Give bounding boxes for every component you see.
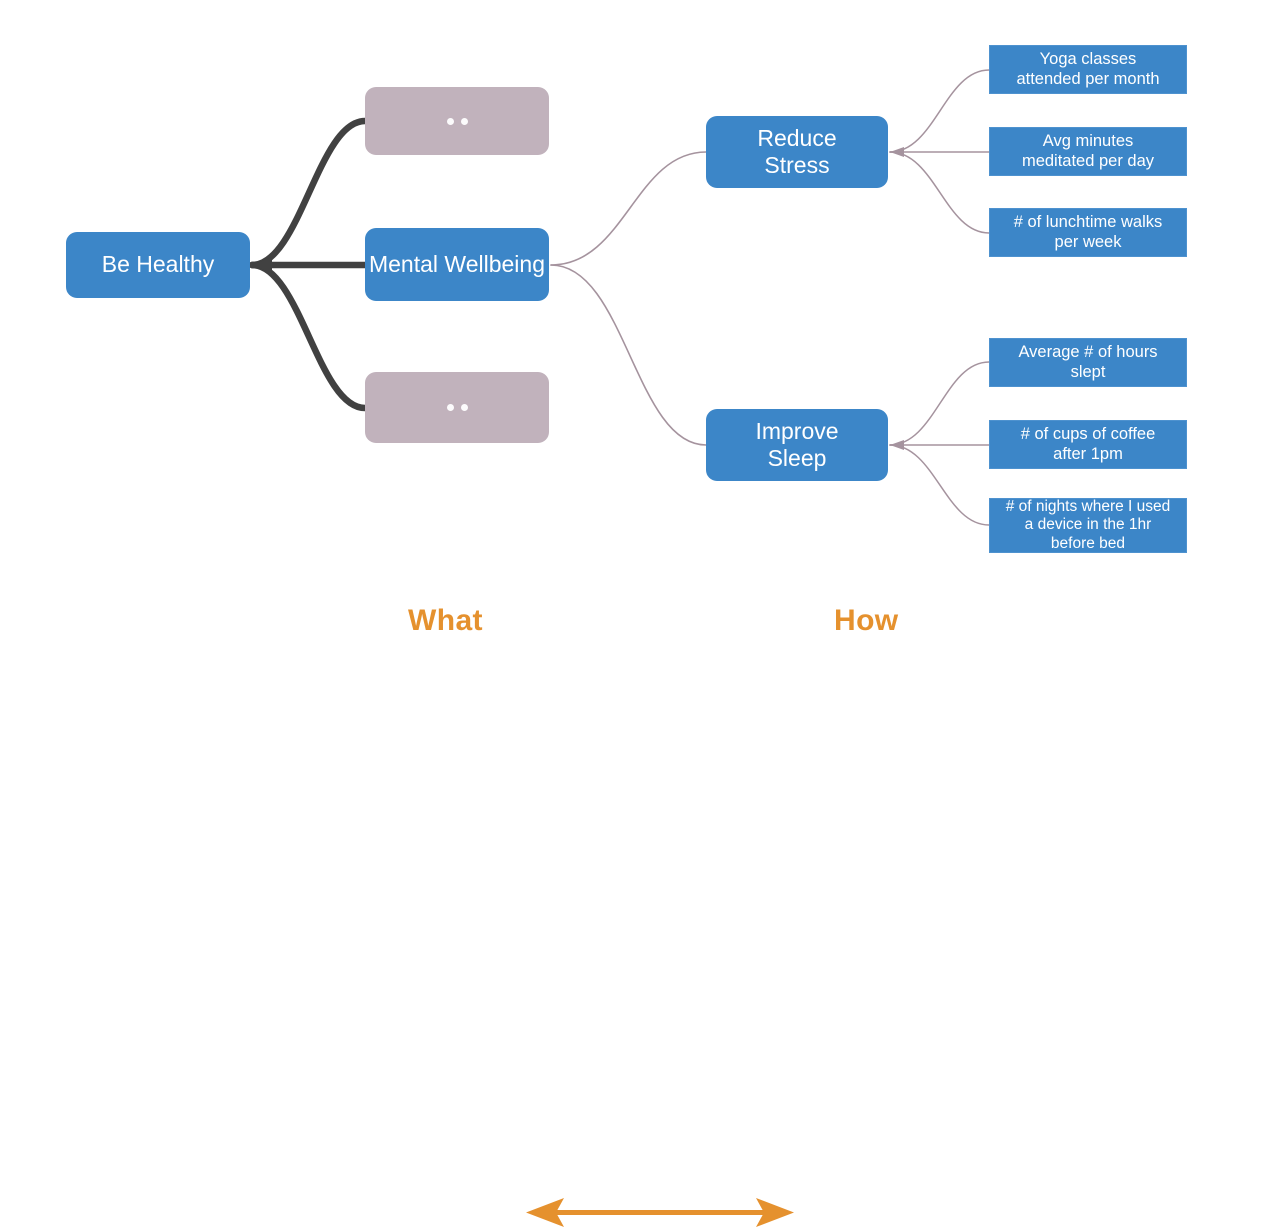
node-objective-label-line2: Sleep (767, 445, 827, 471)
node-objective-improve-sleep[interactable]: Improve Sleep (706, 409, 888, 481)
metric-line1: Avg minutes (1042, 132, 1134, 151)
edge-goal-to-theme-top (248, 117, 369, 269)
node-theme-collapsed-bottom[interactable] (365, 372, 549, 443)
metric-line2: attended per month (1016, 69, 1160, 88)
double-arrow-icon (526, 1198, 794, 1227)
metric-line3: before bed (1050, 534, 1126, 552)
node-goal-be-healthy[interactable]: Be Healthy (66, 232, 250, 298)
legend-label-how: How (834, 604, 899, 637)
edge-goal-to-theme-bottom (248, 261, 369, 412)
metric-line2: per week (1054, 232, 1122, 251)
node-objective-label-line1: Improve (755, 417, 839, 444)
metric-line1: Yoga classes (1039, 50, 1137, 69)
edge-sleep-to-metric-1 (889, 361, 990, 446)
mindmap-canvas: Be Healthy Mental Wellbeing Reduce Stres… (0, 0, 1280, 1227)
metric-line1: Average # of hours (1018, 343, 1158, 362)
metric-line1: # of lunchtime walks (1013, 213, 1163, 232)
node-metric-nights-device-before-bed[interactable]: # of nights where I used a device in the… (989, 498, 1187, 553)
node-theme-collapsed-top[interactable] (365, 87, 549, 155)
node-goal-label: Be Healthy (101, 251, 215, 278)
edge-sleep-to-metric-3 (889, 444, 990, 526)
legend-label-what: What (408, 604, 483, 637)
node-objective-label-line2: Stress (764, 152, 830, 178)
metric-line2: meditated per day (1021, 151, 1155, 170)
node-metric-yoga-classes[interactable]: Yoga classes attended per month (989, 45, 1187, 94)
edge-stress-arrowhead (890, 147, 904, 157)
metric-line1: # of nights where I used (1005, 498, 1171, 516)
node-theme-label: Mental Wellbeing (368, 250, 545, 277)
node-metric-average-hours-slept[interactable]: Average # of hours slept (989, 338, 1187, 387)
metric-line2: slept (1070, 362, 1106, 381)
node-metric-lunchtime-walks[interactable]: # of lunchtime walks per week (989, 208, 1187, 257)
edge-theme-to-improve-sleep (550, 264, 707, 446)
edge-theme-to-reduce-stress (550, 151, 707, 266)
node-theme-mental-wellbeing[interactable]: Mental Wellbeing (365, 228, 549, 301)
node-metric-avg-minutes-meditated[interactable]: Avg minutes meditated per day (989, 127, 1187, 176)
node-objective-label-line1: Reduce (757, 124, 837, 151)
metric-line2: a device in the 1hr (1024, 516, 1152, 534)
node-objective-reduce-stress[interactable]: Reduce Stress (706, 116, 888, 188)
edge-stress-to-metric-1 (889, 69, 990, 153)
collapsed-dots-icon (446, 404, 468, 411)
edge-sleep-arrowhead (890, 440, 904, 450)
edge-goal-arrowhead (252, 257, 272, 273)
collapsed-dots-icon (446, 117, 468, 125)
connector-layer (248, 69, 990, 526)
edge-stress-to-metric-3 (889, 151, 990, 234)
metric-line2: after 1pm (1053, 444, 1123, 463)
legend-what-how: What How (0, 592, 1280, 1227)
metric-line1: # of cups of coffee (1020, 425, 1156, 444)
node-metric-cups-of-coffee[interactable]: # of cups of coffee after 1pm (989, 420, 1187, 469)
